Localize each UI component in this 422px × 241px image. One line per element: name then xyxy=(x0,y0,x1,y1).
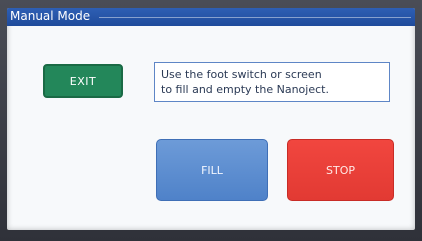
exit-button-label: EXIT xyxy=(69,74,97,88)
instruction-message: Use the foot switch or screen to fill an… xyxy=(154,62,390,102)
window-title: Manual Mode xyxy=(10,9,91,23)
title-divider xyxy=(99,17,411,18)
stop-button-label: STOP xyxy=(326,163,355,177)
stop-button[interactable]: STOP xyxy=(287,139,394,201)
exit-button[interactable]: EXIT xyxy=(43,64,123,98)
touch-screen: Manual Mode EXIT Use the foot switch or … xyxy=(7,8,415,230)
fill-button-label: FILL xyxy=(201,163,223,177)
title-bar: Manual Mode xyxy=(7,8,415,26)
fill-button[interactable]: FILL xyxy=(156,139,268,201)
device-bezel: Manual Mode EXIT Use the foot switch or … xyxy=(0,0,422,241)
